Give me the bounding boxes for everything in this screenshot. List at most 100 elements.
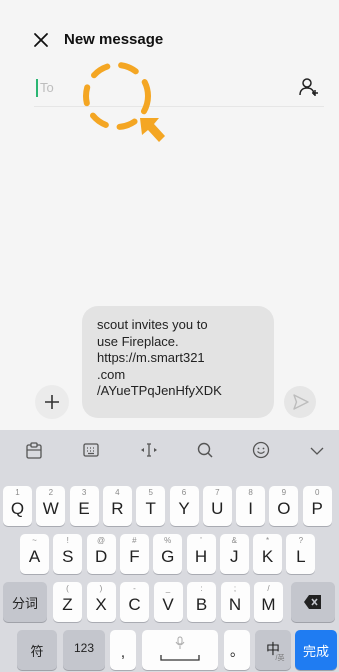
key-label: S	[62, 547, 74, 566]
key-hint: ;	[233, 584, 237, 593]
key-label: K	[261, 547, 274, 566]
key-hint: 8	[248, 488, 253, 497]
key-g[interactable]: % G	[153, 534, 183, 574]
space-icon	[160, 655, 200, 661]
key-r[interactable]: 4R	[102, 486, 132, 526]
key-label: T	[145, 499, 156, 518]
key-hint: /	[267, 584, 270, 593]
space-key[interactable]	[142, 630, 218, 670]
key-f[interactable]: # F	[119, 534, 149, 574]
key-label: V	[162, 595, 174, 614]
key-hint: :	[200, 584, 203, 593]
key-hint: ?	[298, 536, 304, 545]
key-a[interactable]: ~ A	[20, 534, 49, 574]
key-label: R	[111, 499, 124, 518]
key-k[interactable]: * K	[253, 534, 283, 574]
key-label: J	[230, 547, 239, 566]
key-hint: %	[164, 536, 172, 545]
key-label: C	[128, 595, 141, 614]
microphone-icon	[175, 636, 185, 649]
key-w[interactable]: 2W	[36, 486, 66, 526]
key-d[interactable]: @ D	[86, 534, 116, 574]
key-hint: -	[133, 584, 136, 593]
key-label: N	[228, 595, 242, 614]
key-label: Q	[10, 499, 25, 518]
emoji-icon[interactable]	[251, 440, 271, 460]
key-hint: 3	[81, 488, 87, 497]
key-n[interactable]: ; N	[220, 582, 250, 622]
key-label: I	[248, 499, 253, 518]
tap-hint-icon	[83, 62, 165, 142]
key-s[interactable]: ! S	[53, 534, 83, 574]
key-label: D	[94, 547, 108, 566]
keyboard-layout-icon[interactable]	[81, 440, 101, 460]
key-label: W	[42, 499, 59, 518]
numbers-key[interactable]: 123	[63, 630, 105, 670]
key-v[interactable]: _ V	[153, 582, 183, 622]
key-x[interactable]: ) X	[86, 582, 116, 622]
keyboard-toolbar	[0, 430, 339, 470]
add-contact-icon[interactable]	[298, 76, 320, 98]
recipient-field[interactable]: To	[34, 72, 324, 107]
key-label: F	[129, 547, 140, 566]
cursor-move-icon[interactable]	[139, 440, 159, 460]
key-hint: #	[132, 536, 137, 545]
key-label: Z	[62, 595, 73, 614]
key-label: M	[261, 595, 276, 614]
comma-key[interactable]: ,	[110, 630, 136, 670]
key-t[interactable]: 5T	[136, 486, 166, 526]
key-label: Y	[178, 499, 190, 518]
key-p[interactable]: 0P	[302, 486, 332, 526]
close-icon[interactable]	[31, 30, 51, 50]
key-label: E	[78, 499, 90, 518]
key-q[interactable]: 1Q	[3, 486, 32, 526]
key-hint: @	[97, 536, 106, 545]
key-hint: ~	[32, 536, 37, 545]
key-label: U	[211, 499, 224, 518]
key-label: B	[195, 595, 208, 614]
key-h[interactable]: ' H	[186, 534, 216, 574]
key-b[interactable]: :B	[187, 582, 216, 622]
key-label: L	[296, 547, 306, 566]
key-hint: &	[231, 536, 237, 545]
key-label: O	[277, 499, 291, 518]
done-button[interactable]: 完成	[295, 630, 337, 670]
key-hint: 6	[181, 488, 187, 497]
key-hint: *	[266, 536, 270, 545]
word-segment-key[interactable]: 分词	[3, 582, 47, 622]
key-m[interactable]: / M	[254, 582, 283, 622]
key-c[interactable]: -C	[120, 582, 149, 622]
backspace-key[interactable]	[291, 582, 335, 622]
period-key[interactable]: 。	[224, 630, 250, 670]
key-j[interactable]: & J	[219, 534, 249, 574]
collapse-icon[interactable]	[307, 440, 327, 460]
key-label: P	[311, 499, 323, 518]
symbols-key[interactable]: 符	[17, 630, 57, 670]
send-icon	[293, 394, 309, 410]
key-u[interactable]: 7U	[202, 486, 232, 526]
key-y[interactable]: 6Y	[169, 486, 199, 526]
key-hint: _	[165, 584, 171, 593]
key-l[interactable]: ? L	[286, 534, 316, 574]
plus-icon	[45, 395, 59, 409]
attach-button[interactable]	[35, 385, 69, 419]
key-label: G	[161, 547, 175, 566]
key-z[interactable]: (Z	[53, 582, 82, 622]
key-i[interactable]: 8I	[236, 486, 266, 526]
language-key[interactable]: 中 /英	[255, 630, 291, 670]
key-hint: (	[66, 584, 69, 593]
key-e[interactable]: 3E	[69, 486, 99, 526]
search-icon[interactable]	[195, 440, 215, 460]
key-hint: 1	[15, 488, 20, 497]
key-o[interactable]: 9O	[269, 486, 299, 526]
key-label: X	[95, 595, 107, 614]
message-input[interactable]: scout invites you to use Fireplace. http…	[82, 306, 274, 418]
backspace-icon	[304, 595, 321, 609]
clipboard-icon[interactable]	[24, 440, 44, 460]
recipient-placeholder: To	[40, 80, 54, 95]
key-hint: 4	[115, 488, 120, 497]
key-hint: '	[200, 536, 202, 545]
text-cursor	[36, 79, 38, 97]
send-button[interactable]	[284, 386, 316, 418]
page-title: New message	[64, 31, 164, 48]
